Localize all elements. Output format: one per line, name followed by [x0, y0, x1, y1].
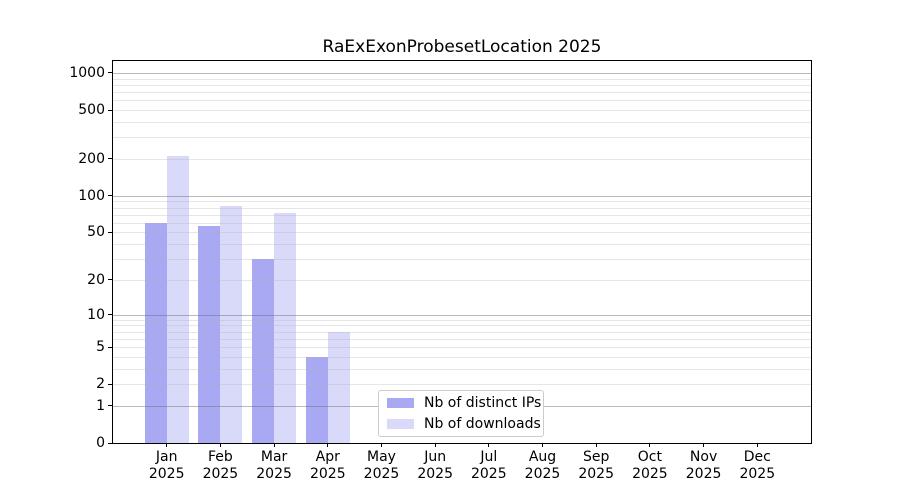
- gridline-minor: [113, 369, 811, 370]
- x-tick-mark: [703, 443, 704, 447]
- y-tick-label: 5: [47, 339, 105, 355]
- gridline-minor: [113, 122, 811, 123]
- gridline-minor: [113, 347, 811, 348]
- x-tick-label: Dec2025: [724, 449, 790, 483]
- x-tick-label-line: Dec: [724, 449, 790, 466]
- y-tick-mark: [108, 232, 113, 233]
- gridline-minor: [113, 244, 811, 245]
- y-tick-mark: [108, 195, 113, 196]
- x-tick-label-line: 2025: [724, 466, 790, 483]
- y-tick-mark: [108, 314, 113, 315]
- y-tick-mark: [108, 158, 113, 159]
- bar-distinct-ips-mar-2025: [252, 259, 274, 443]
- legend-label-downloads: Nb of downloads: [424, 416, 541, 433]
- x-tick-mark: [381, 443, 382, 447]
- gridline-minor: [113, 201, 811, 202]
- gridline-major: [113, 315, 811, 316]
- y-tick-mark: [108, 405, 113, 406]
- x-tick-mark: [542, 443, 543, 447]
- gridline-minor: [113, 79, 811, 80]
- x-tick-mark: [220, 443, 221, 447]
- y-tick-label: 10: [47, 307, 105, 323]
- y-tick-mark: [108, 72, 113, 73]
- y-tick-mark: [108, 279, 113, 280]
- x-tick-mark: [596, 443, 597, 447]
- y-tick-mark: [108, 443, 113, 444]
- x-tick-mark: [435, 443, 436, 447]
- legend-label-distinct-ips: Nb of distinct IPs: [424, 395, 541, 412]
- legend-item-distinct-ips: Nb of distinct IPs: [387, 395, 535, 412]
- y-tick-label: 2: [47, 376, 105, 392]
- chart-figure: RaExExonProbesetLocation 2025 0 1 2 5 10 20 50…: [0, 0, 900, 500]
- y-tick-label: 20: [47, 272, 105, 288]
- y-tick-mark: [108, 384, 113, 385]
- gridline-minor: [113, 339, 811, 340]
- gridline-minor: [113, 85, 811, 86]
- gridline-minor: [113, 215, 811, 216]
- legend-swatch-downloads-icon: [387, 419, 414, 429]
- legend-item-downloads: Nb of downloads: [387, 416, 535, 433]
- y-tick-label: 200: [47, 151, 105, 167]
- gridline-minor: [113, 325, 811, 326]
- x-tick-mark: [757, 443, 758, 447]
- gridline-minor: [113, 259, 811, 260]
- bar-downloads-apr-2025: [328, 332, 350, 443]
- y-tick-mark: [108, 110, 113, 111]
- y-tick-mark: [108, 347, 113, 348]
- bar-distinct-ips-jan-2025: [145, 223, 167, 443]
- bar-downloads-mar-2025: [274, 213, 296, 444]
- x-tick-mark: [274, 443, 275, 447]
- y-tick-label: 50: [47, 224, 105, 240]
- x-tick-mark: [327, 443, 328, 447]
- gridline-major: [113, 196, 811, 197]
- y-tick-label: 1: [47, 398, 105, 414]
- gridline-minor: [113, 357, 811, 358]
- gridline-minor: [113, 232, 811, 233]
- y-tick-label: 0: [47, 435, 105, 451]
- gridline-minor: [113, 384, 811, 385]
- gridline-minor: [113, 159, 811, 160]
- bar-downloads-jan-2025: [167, 156, 189, 443]
- gridline-minor: [113, 332, 811, 333]
- legend: Nb of distinct IPs Nb of downloads: [378, 390, 544, 437]
- gridline-minor: [113, 208, 811, 209]
- gridline-minor: [113, 223, 811, 224]
- chart-title: RaExExonProbesetLocation 2025: [112, 36, 812, 58]
- plot-area: [113, 61, 811, 443]
- gridline-minor: [113, 110, 811, 111]
- gridline-major: [113, 73, 811, 74]
- gridline-minor: [113, 320, 811, 321]
- y-tick-label: 500: [47, 102, 105, 118]
- y-tick-label: 1000: [47, 65, 105, 81]
- x-tick-mark: [166, 443, 167, 447]
- legend-swatch-distinct-ips-icon: [387, 398, 414, 408]
- gridline-minor: [113, 280, 811, 281]
- gridline-minor: [113, 137, 811, 138]
- x-tick-mark: [649, 443, 650, 447]
- x-tick-mark: [488, 443, 489, 447]
- y-tick-label: 100: [47, 188, 105, 204]
- gridline-minor: [113, 100, 811, 101]
- gridline-minor: [113, 92, 811, 93]
- bar-distinct-ips-apr-2025: [306, 357, 328, 443]
